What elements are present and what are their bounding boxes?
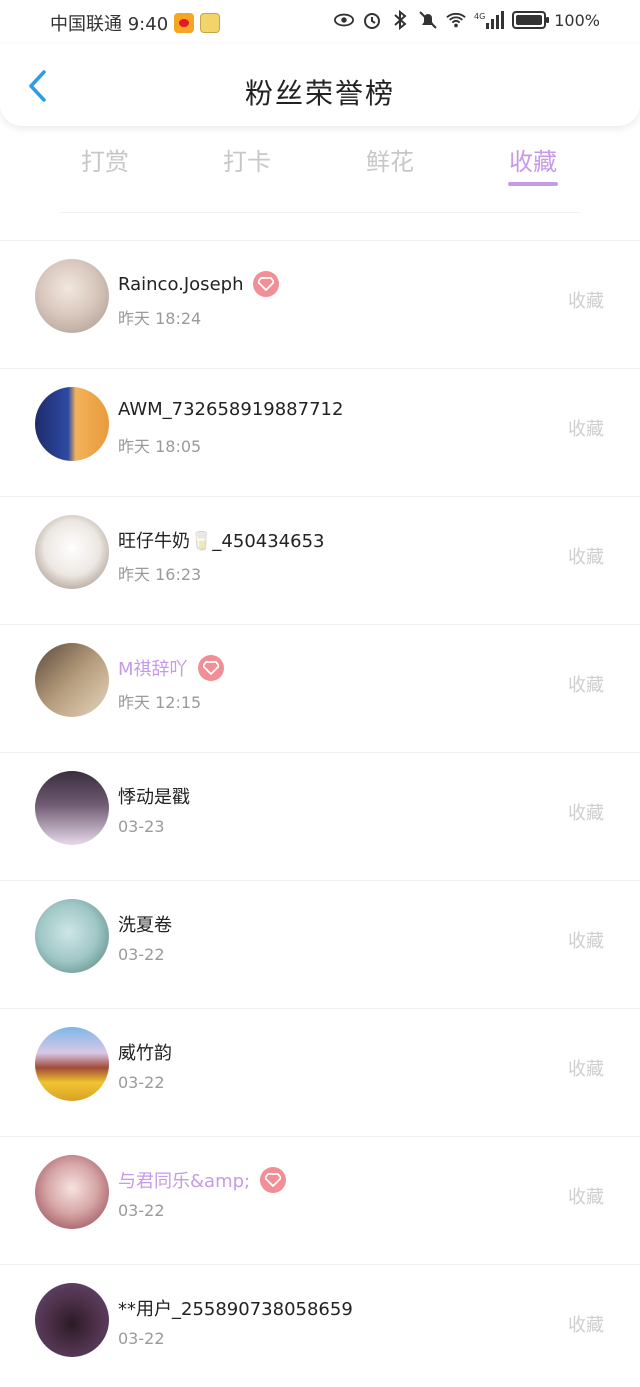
- list-item[interactable]: 洗夏卷 03-22 收藏: [0, 880, 640, 1008]
- avatar: [35, 771, 109, 845]
- status-bar: 中国联通 9:40 4G 100%: [0, 0, 640, 44]
- fan-name: 旺仔牛奶🥛_450434653: [118, 531, 325, 552]
- tab-flowers[interactable]: 鲜花: [340, 142, 440, 194]
- avatar: [35, 643, 109, 717]
- tab-checkin[interactable]: 打卡: [197, 142, 297, 194]
- tab-label: 打赏: [81, 148, 129, 176]
- name-line: 洗夏卷: [118, 911, 172, 937]
- avatar: [35, 1283, 109, 1357]
- avatar: [35, 515, 109, 589]
- svg-text:4G: 4G: [474, 12, 485, 21]
- action-label: 收藏: [568, 931, 604, 952]
- battery-text: 100%: [554, 10, 600, 30]
- fan-name: 悸动是戳: [118, 787, 190, 808]
- name-line: AWM_732658919887712: [118, 399, 343, 420]
- avatar: [35, 387, 109, 461]
- list-item[interactable]: Rainco.Joseph 昨天 18:24 收藏: [0, 240, 640, 368]
- timestamp: 昨天 16:23: [118, 565, 202, 584]
- cat-app-icon: [200, 13, 221, 33]
- mute-bell-icon: [418, 10, 438, 30]
- fan-name: 威竹韵: [118, 1043, 172, 1064]
- timestamp: 昨天 18:24: [118, 309, 202, 328]
- fan-name: AWM_732658919887712: [118, 399, 344, 420]
- carrier-time: 中国联通 9:40: [50, 14, 169, 35]
- page-title: 粉丝荣誉榜: [244, 77, 395, 110]
- weibo-app-icon: [174, 13, 195, 33]
- fan-name: Rainco.Joseph: [118, 273, 244, 295]
- name-line: 悸动是戳: [118, 783, 190, 809]
- tab-favorites[interactable]: 收藏: [483, 142, 583, 194]
- tab-reward[interactable]: 打赏: [55, 142, 155, 194]
- avatar: [35, 1027, 109, 1101]
- action-label: 收藏: [568, 803, 604, 824]
- tab-label: 鲜花: [366, 148, 414, 176]
- avatar: [35, 259, 109, 333]
- action-label: 收藏: [568, 1187, 604, 1208]
- list-item[interactable]: M祺辞吖 昨天 12:15 收藏: [0, 624, 640, 752]
- name-line: 与君同乐&amp;: [118, 1167, 287, 1193]
- fan-name: 洗夏卷: [118, 915, 172, 936]
- battery-icon: [512, 11, 550, 29]
- list-item[interactable]: 旺仔牛奶🥛_450434653 昨天 16:23 收藏: [0, 496, 640, 624]
- avatar: [35, 1155, 109, 1229]
- name-line: **用户_255890738058659: [118, 1295, 353, 1321]
- name-line: 威竹韵: [118, 1039, 172, 1065]
- battery-fill: [516, 15, 543, 25]
- active-tab-indicator: [508, 182, 558, 186]
- divider: [60, 212, 580, 213]
- action-label: 收藏: [568, 675, 604, 696]
- timestamp: 昨天 18:05: [118, 437, 202, 456]
- timestamp: 03-22: [118, 1073, 165, 1092]
- fan-name: **用户_255890738058659: [118, 1299, 353, 1320]
- list-item[interactable]: 悸动是戳 03-23 收藏: [0, 752, 640, 880]
- signal-icon: 4G: [474, 10, 505, 30]
- avatar: [35, 899, 109, 973]
- list-item[interactable]: 威竹韵 03-22 收藏: [0, 1008, 640, 1136]
- list-item[interactable]: **用户_255890738058659 03-22 收藏: [0, 1264, 640, 1387]
- action-label: 收藏: [568, 1059, 604, 1080]
- fan-name: 与君同乐&amp;: [118, 1171, 251, 1192]
- diamond-icon: [260, 1167, 287, 1193]
- tab-label: 打卡: [223, 148, 271, 176]
- wifi-icon: [446, 10, 466, 30]
- action-label: 收藏: [568, 1315, 604, 1336]
- timestamp: 03-22: [118, 945, 165, 964]
- tab-bar: 打赏 打卡 鲜花 收藏: [0, 142, 640, 202]
- status-left: 中国联通 9:40: [50, 10, 221, 36]
- list-item[interactable]: AWM_732658919887712 昨天 18:05 收藏: [0, 368, 640, 496]
- timestamp: 03-23: [118, 817, 165, 836]
- name-line: M祺辞吖: [118, 655, 224, 681]
- fan-name: M祺辞吖: [118, 659, 188, 680]
- timestamp: 03-22: [118, 1329, 165, 1348]
- header: 粉丝荣誉榜: [0, 44, 640, 126]
- tab-label: 收藏: [509, 148, 557, 176]
- timestamp: 03-22: [118, 1201, 165, 1220]
- diamond-icon: [197, 655, 224, 681]
- status-right: 4G 100%: [334, 10, 600, 30]
- timestamp: 昨天 12:15: [118, 693, 202, 712]
- name-line: Rainco.Joseph: [118, 271, 280, 297]
- list-item[interactable]: 与君同乐&amp; 03-22 收藏: [0, 1136, 640, 1264]
- name-line: 旺仔牛奶🥛_450434653: [118, 527, 324, 553]
- eye-icon: [334, 10, 355, 30]
- action-label: 收藏: [568, 547, 604, 568]
- bluetooth-icon: [390, 10, 410, 30]
- action-label: 收藏: [568, 419, 604, 440]
- alarm-icon: [362, 10, 382, 30]
- diamond-icon: [253, 271, 280, 297]
- action-label: 收藏: [568, 291, 604, 312]
